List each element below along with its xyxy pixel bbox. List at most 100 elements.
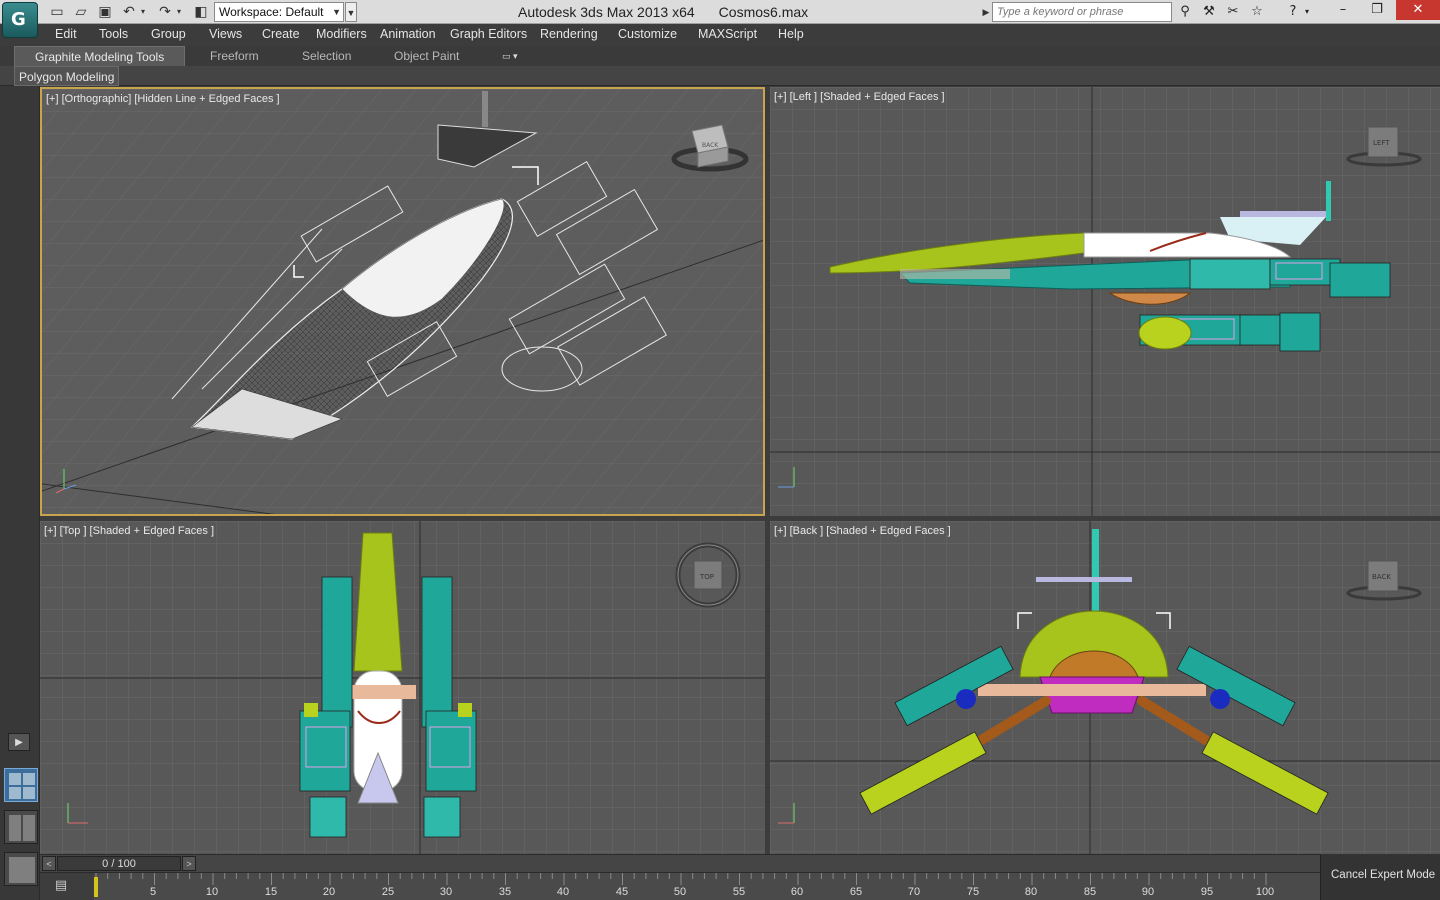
search-input[interactable]: Type a keyword or phrase [992,2,1172,22]
ribbon-tabs: Graphite Modeling Tools Freeform Selecti… [0,46,1440,66]
viewcube-face-label: LEFT [1373,139,1390,147]
undo-icon[interactable]: ↶ [120,3,138,21]
close-button[interactable]: ✕ [1396,0,1440,20]
orthographic-scene: BACK [42,89,763,514]
app-title-text: Autodesk 3ds Max 2013 x64 [518,4,695,20]
menu-tools[interactable]: Tools [99,27,128,41]
tick-label: 70 [907,886,921,898]
menu-bar: Edit Tools Group Views Create Modifiers … [0,24,1440,46]
workspace-label: Workspace: Default [219,5,324,19]
tab-object-paint[interactable]: Object Paint [394,46,459,66]
workspace-dropdown[interactable]: Workspace: Default ▼ [214,2,344,22]
save-file-icon[interactable]: ▣ [96,3,114,21]
layout-four-viewports-button[interactable] [4,768,38,802]
project-folder-icon[interactable]: ◧ [192,3,210,21]
cancel-expert-mode-label: Cancel Expert Mode [1331,869,1436,881]
menu-customize[interactable]: Customize [618,27,677,41]
tick-label: 75 [966,886,980,898]
minimize-button[interactable]: – [1326,0,1360,20]
tick-label: 10 [205,886,219,898]
tab-graphite-modeling-tools[interactable]: Graphite Modeling Tools [14,46,186,66]
redo-dropdown-icon[interactable]: ▾ [174,3,184,21]
tick-label: 50 [673,886,687,898]
layout-two-viewports-button[interactable] [4,810,38,844]
menu-create[interactable]: Create [262,27,300,41]
new-file-icon[interactable]: ▭ [48,3,66,21]
viewport-label-back[interactable]: [+] [Back ] [Shaded + Edged Faces ] [774,525,951,537]
tick-label: 15 [264,886,278,898]
time-slider[interactable]: 0 / 100 [57,856,181,871]
menu-group[interactable]: Group [151,27,186,41]
menu-help[interactable]: Help [778,27,804,41]
viewport-label-left[interactable]: [+] [Left ] [Shaded + Edged Faces ] [774,91,945,103]
ribbon-options-icon[interactable]: ▭ ▾ [502,50,526,62]
menu-edit[interactable]: Edit [55,27,77,41]
search-expand-icon[interactable]: ▶ [980,2,992,22]
help-dropdown-icon[interactable]: ▾ [1302,3,1312,21]
tick-label: 55 [732,886,746,898]
tick-label: 80 [1024,886,1038,898]
window-title: Autodesk 3ds Max 2013 x64 Cosmos6.max [518,4,808,20]
left-scene: LEFT [770,87,1440,516]
redo-icon[interactable]: ↷ [156,3,174,21]
communication-icon[interactable]: ✂ [1224,3,1242,21]
viewport-label-orthographic[interactable]: [+] [Orthographic] [Hidden Line + Edged … [46,93,280,105]
viewcube-face-label: BACK [1372,573,1391,581]
help-icon[interactable]: ? [1284,3,1302,21]
tick-label: 95 [1200,886,1214,898]
tick-label: 35 [498,886,512,898]
time-prev-icon[interactable]: < [42,856,56,871]
viewport-back[interactable]: [+] [Back ] [Shaded + Edged Faces ] BACK [770,521,1440,854]
tick-label: 60 [790,886,804,898]
tick-label: 65 [849,886,863,898]
ruler-ticks [94,873,1267,897]
ribbon-panel-bar: Polygon Modeling [0,66,1440,86]
tick-label: 40 [556,886,570,898]
expand-layout-icon[interactable]: ▶ [8,733,30,751]
file-name-text: Cosmos6.max [718,4,809,20]
open-file-icon[interactable]: ▱ [72,3,90,21]
application-menu-button[interactable]: G [2,2,38,38]
cancel-expert-mode-button[interactable]: Cancel Expert Mode [1320,854,1440,900]
back-scene: BACK [770,521,1440,854]
menu-animation[interactable]: Animation [380,27,436,41]
chevron-down-icon: ▼ [332,7,341,17]
top-scene: TOP [40,521,765,854]
viewcube-face-label: BACK [702,142,719,149]
menu-maxscript[interactable]: MAXScript [698,27,757,41]
3dsmax-window: ▭ ▱ ▣ ↶ ▾ ↷ ▾ ◧ Workspace: Default ▼ ▼ A… [0,0,1440,900]
tick-label: 25 [381,886,395,898]
viewport-orthographic[interactable]: [+] [Orthographic] [Hidden Line + Edged … [40,87,765,516]
favorites-star-icon[interactable]: ☆ [1248,3,1266,21]
quick-access-menu-icon[interactable]: ▼ [345,2,357,22]
time-next-icon[interactable]: > [182,856,196,871]
tab-freeform[interactable]: Freeform [210,46,259,66]
viewport-layout-bar: ▶ [0,86,40,900]
restore-button[interactable]: ❐ [1360,0,1394,20]
menu-modifiers[interactable]: Modifiers [316,27,367,41]
track-bar-ruler[interactable]: 5 10 15 20 25 30 35 40 45 50 55 60 65 70… [94,873,1320,900]
menu-graph-editors[interactable]: Graph Editors [450,27,527,41]
undo-dropdown-icon[interactable]: ▾ [138,3,148,21]
tick-label: 45 [615,886,629,898]
menu-views[interactable]: Views [209,27,242,41]
viewport-top[interactable]: [+] [Top ] [Shaded + Edged Faces ] TOP [40,521,765,854]
menu-rendering[interactable]: Rendering [540,27,598,41]
tab-selection[interactable]: Selection [302,46,351,66]
curve-editor-icon[interactable]: ▤ [50,877,72,895]
time-slider-bar: < 0 / 100 > [40,854,1320,872]
tick-label: 30 [439,886,453,898]
tick-label: 85 [1083,886,1097,898]
viewport-left[interactable]: [+] [Left ] [Shaded + Edged Faces ] LEFT [770,87,1440,516]
polygon-modeling-panel[interactable]: Polygon Modeling [14,66,120,86]
binoculars-icon[interactable]: ⚲ [1176,3,1194,21]
layout-single-viewport-button[interactable] [4,852,38,886]
viewcube-face-label: TOP [699,573,714,581]
subscription-icon[interactable]: ⚒ [1200,3,1218,21]
track-bar: ▤ 5 10 15 20 25 30 35 40 45 50 55 60 65 … [40,872,1320,900]
viewport-label-top[interactable]: [+] [Top ] [Shaded + Edged Faces ] [44,525,214,537]
tick-label: 20 [322,886,336,898]
tick-label: 90 [1141,886,1155,898]
tick-label: 5 [149,886,157,898]
tick-label: 100 [1255,886,1275,898]
